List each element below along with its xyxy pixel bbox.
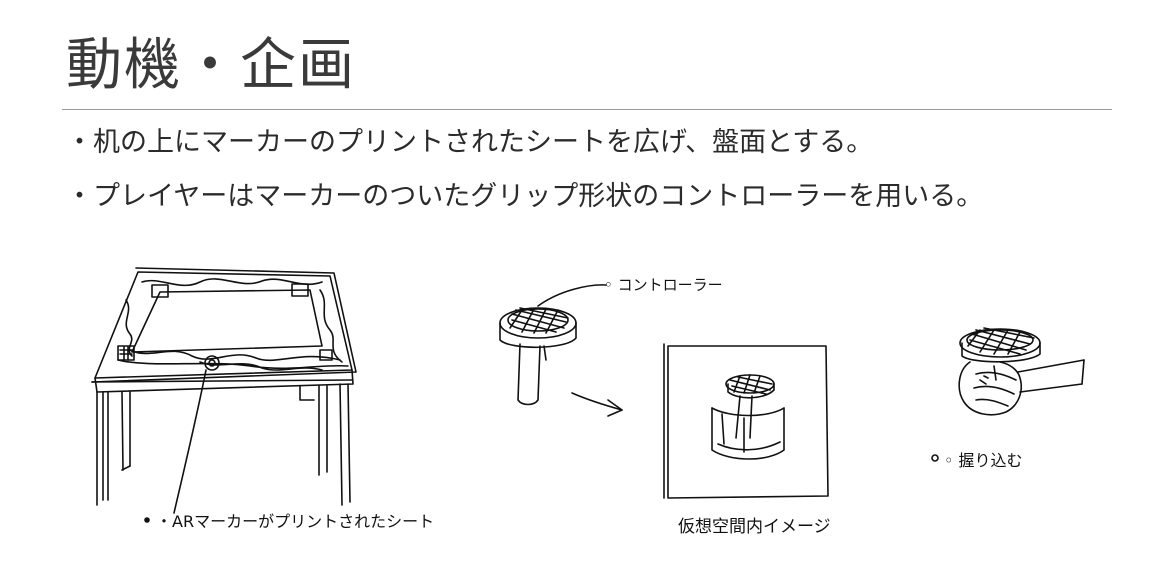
virtual-space-sketch <box>663 343 829 499</box>
grip-sketch <box>958 327 1085 416</box>
virtual-space-label: 仮想空間内イメージ <box>678 517 831 537</box>
hand-drawn-sketches: ・ARマーカーがプリントされたシート ◦ コントローラー 仮想空間内イメージ ◦… <box>91 267 1085 537</box>
table-sketch <box>91 267 357 514</box>
controller-label: ◦ コントローラー <box>604 276 723 294</box>
grip-label: ◦ 握り込む <box>944 451 1023 470</box>
sheet-label: ・ARマーカーがプリントされたシート <box>156 512 434 531</box>
controller-sketch <box>499 284 623 417</box>
